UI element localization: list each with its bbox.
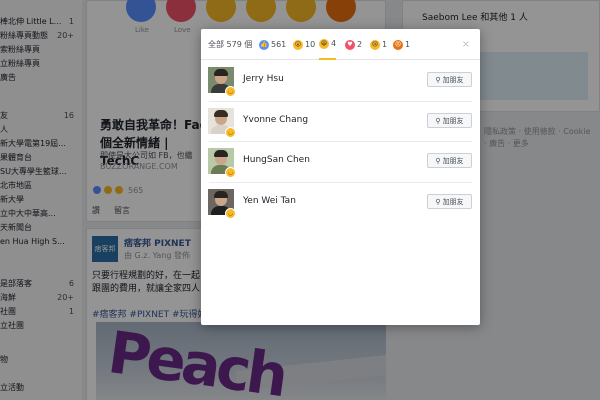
- haha-reaction-icon: 😆: [319, 38, 329, 49]
- tab-haha[interactable]: 😆 4: [319, 29, 337, 60]
- tab-label: 10: [305, 40, 316, 49]
- person-name[interactable]: Yvonne Chang: [243, 115, 308, 125]
- haha-badge-icon: ◡: [225, 208, 236, 219]
- tab-like[interactable]: 👍 561: [259, 29, 286, 60]
- tab-angry[interactable]: 😠 1: [393, 29, 410, 60]
- like-reaction-icon: 👍: [259, 39, 269, 50]
- person-name[interactable]: HungSan Chen: [243, 155, 310, 165]
- person-name[interactable]: Yen Wei Tan: [243, 196, 296, 206]
- haha-badge-icon: ◡: [225, 127, 236, 138]
- reaction-tabs: 全部 579 個 👍 561 😮 10 😆 4 ♥ 2 😢 1 😠 1 ×: [201, 29, 480, 60]
- add-friend-label: 加朋友: [442, 116, 464, 125]
- add-friend-icon: ⚲: [435, 197, 441, 206]
- love-reaction-icon: ♥: [345, 39, 355, 50]
- add-friend-label: 加朋友: [442, 75, 464, 84]
- tab-label: 2: [357, 40, 363, 49]
- tab-label: 全部 579 個: [208, 40, 253, 49]
- add-friend-label: 加朋友: [442, 156, 464, 165]
- tab-label: 561: [271, 40, 287, 49]
- tab-label: 4: [331, 39, 337, 48]
- add-friend-button[interactable]: ⚲ 加朋友: [427, 194, 472, 209]
- tab-label: 1: [405, 40, 411, 49]
- list-item[interactable]: ◡ Jerry Hsu ⚲ 加朋友: [201, 61, 480, 101]
- list-item[interactable]: ◡ Yvonne Chang ⚲ 加朋友: [201, 102, 480, 142]
- tab-love[interactable]: ♥ 2: [345, 29, 362, 60]
- add-friend-icon: ⚲: [435, 116, 441, 125]
- add-friend-button[interactable]: ⚲ 加朋友: [427, 72, 472, 87]
- tab-label: 1: [382, 40, 388, 49]
- sad-reaction-icon: 😢: [370, 39, 380, 50]
- tab-all[interactable]: 全部 579 個: [208, 29, 252, 60]
- reactions-dialog: 全部 579 個 👍 561 😮 10 😆 4 ♥ 2 😢 1 😠 1 × ◡ …: [201, 29, 480, 325]
- add-friend-icon: ⚲: [435, 156, 441, 165]
- add-friend-button[interactable]: ⚲ 加朋友: [427, 113, 472, 128]
- list-item[interactable]: ◡ Yen Wei Tan ⚲ 加朋友: [201, 183, 480, 223]
- add-friend-icon: ⚲: [435, 75, 441, 84]
- wow-reaction-icon: 😮: [293, 39, 303, 50]
- add-friend-button[interactable]: ⚲ 加朋友: [427, 153, 472, 168]
- list-item[interactable]: ◡ HungSan Chen ⚲ 加朋友: [201, 142, 480, 182]
- haha-badge-icon: ◡: [225, 86, 236, 97]
- close-icon[interactable]: ×: [460, 38, 472, 50]
- tab-sad[interactable]: 😢 1: [370, 29, 387, 60]
- haha-badge-icon: ◡: [225, 167, 236, 178]
- person-name[interactable]: Jerry Hsu: [243, 74, 284, 84]
- tab-wow[interactable]: 😮 10: [293, 29, 315, 60]
- add-friend-label: 加朋友: [442, 197, 464, 206]
- angry-reaction-icon: 😠: [393, 39, 403, 50]
